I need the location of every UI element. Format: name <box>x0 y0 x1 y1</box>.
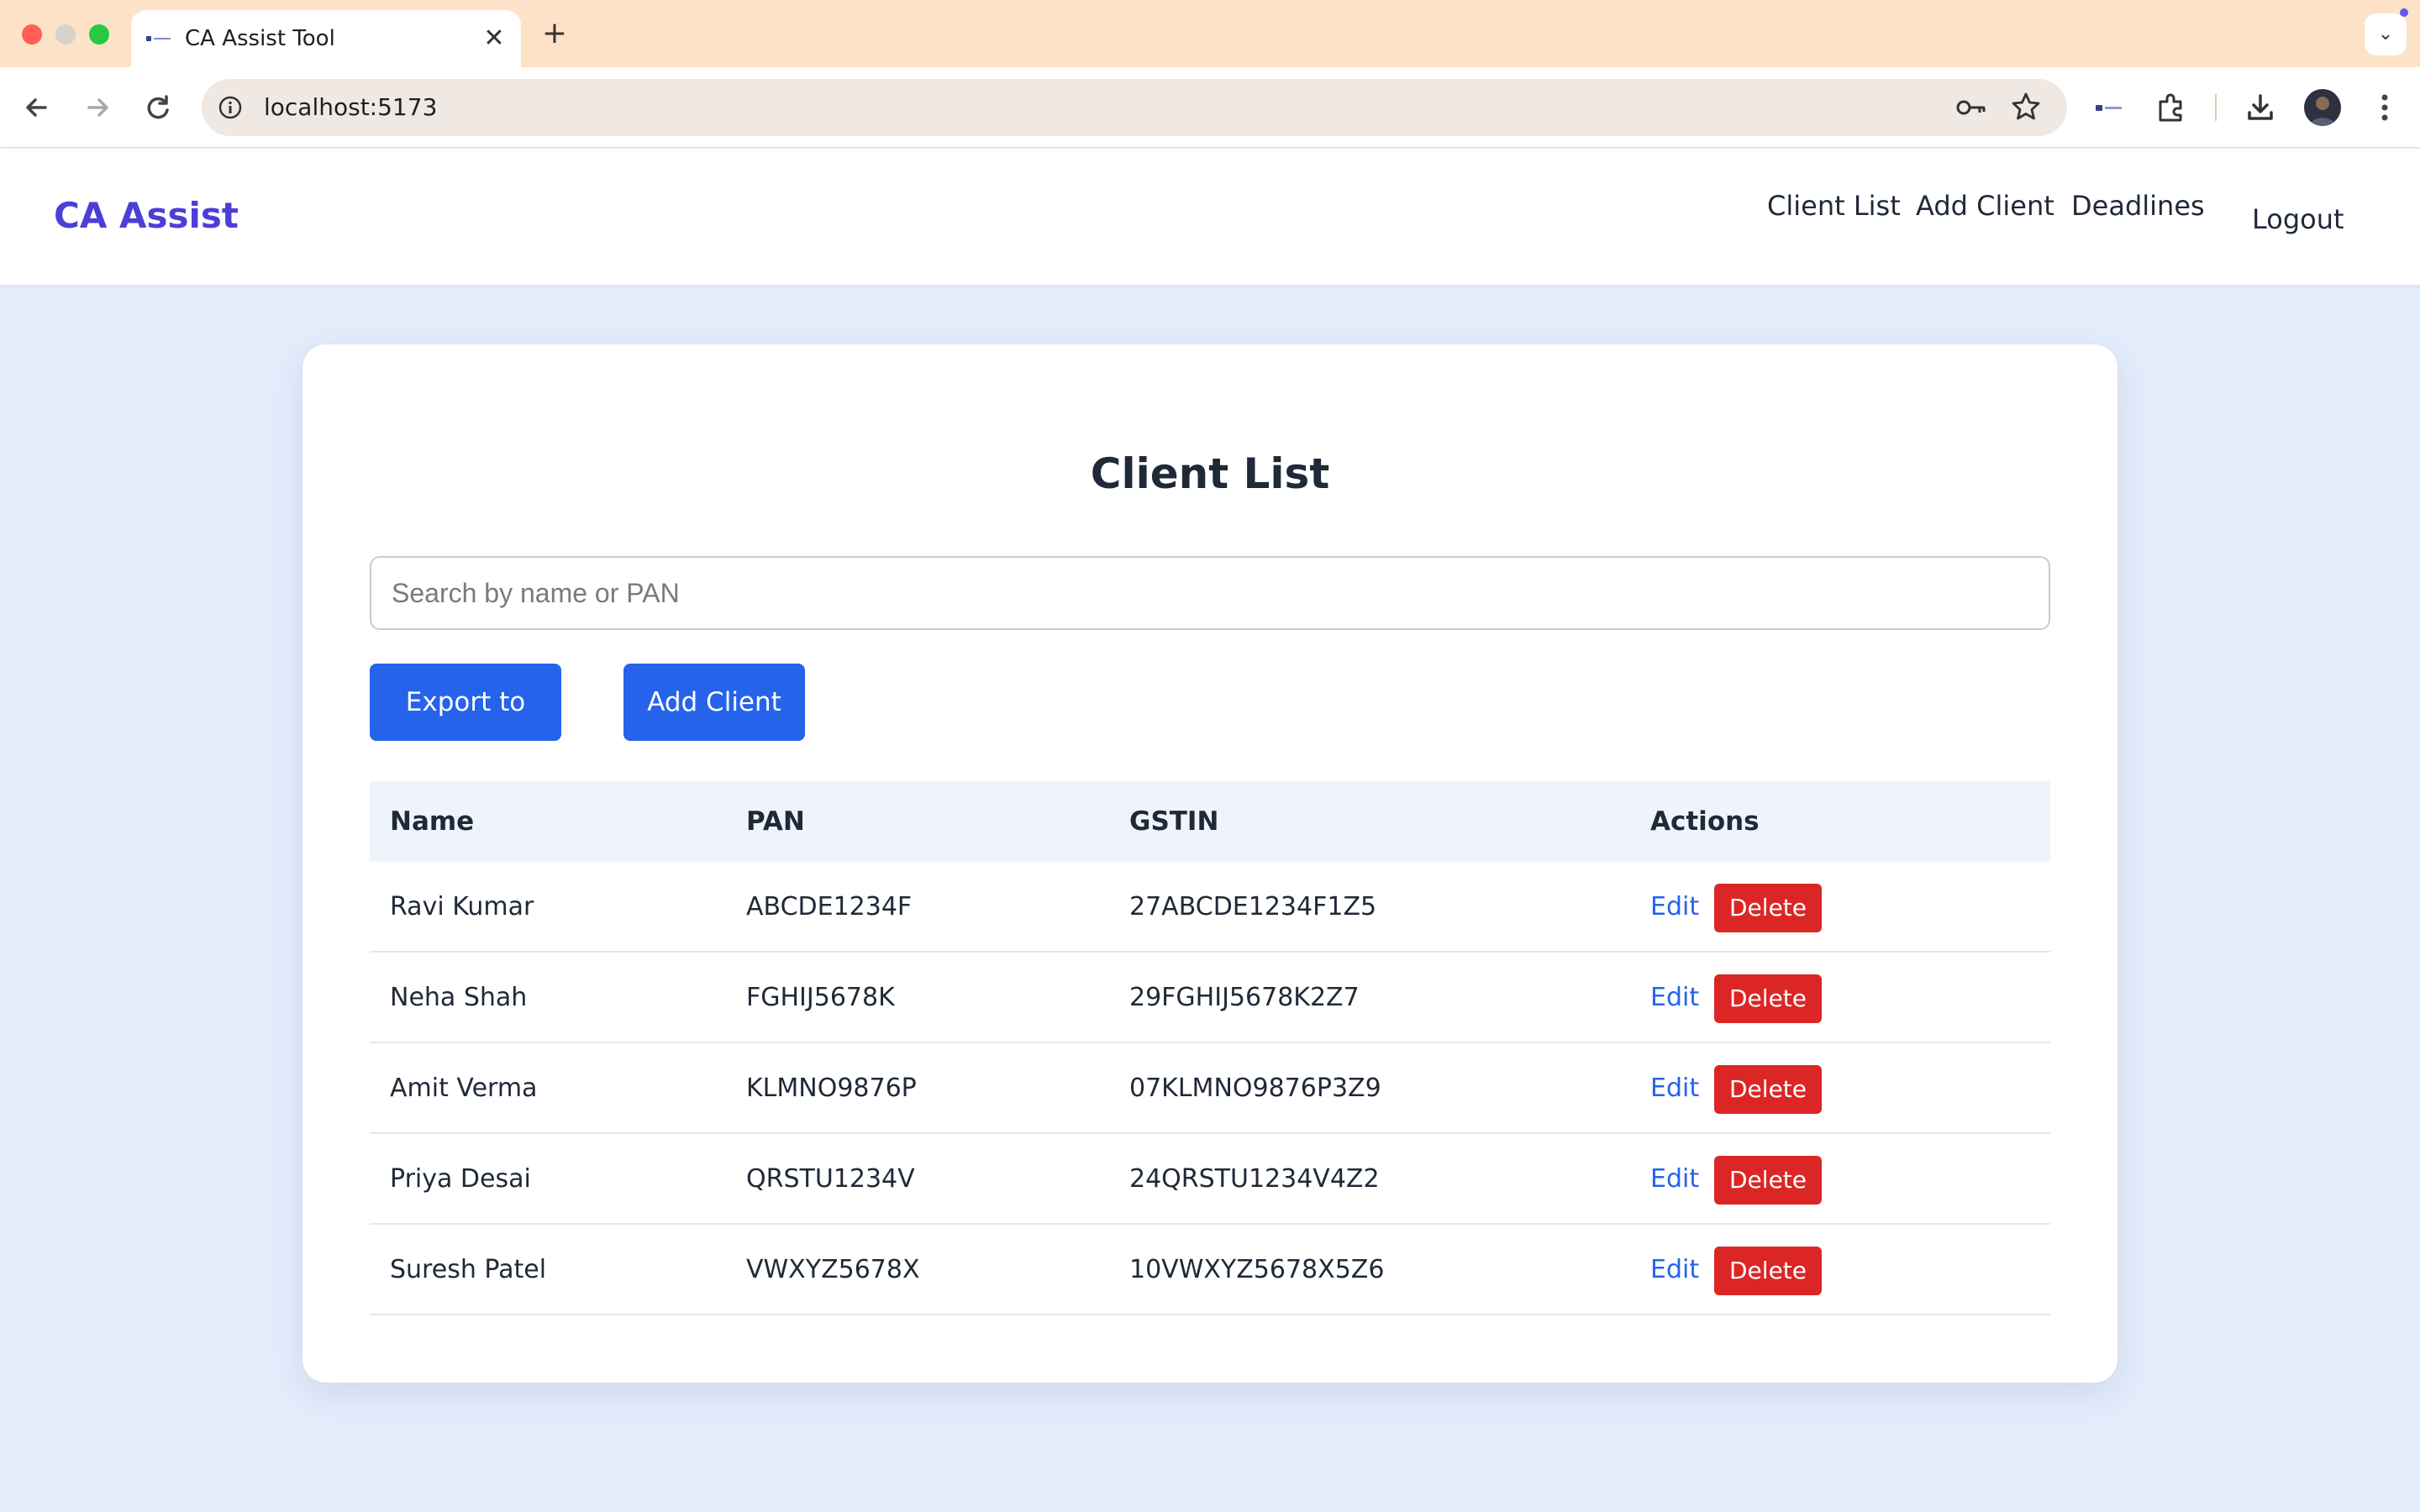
edit-link[interactable]: Edit <box>1650 1161 1699 1198</box>
column-header-gstin: GSTIN <box>1129 806 1219 837</box>
table-row: Suresh Patel VWXYZ5678X 10VWXYZ5678X5Z6 … <box>370 1225 2050 1315</box>
table-row: Ravi Kumar ABCDE1234F 27ABCDE1234F1Z5 Ed… <box>370 862 2050 953</box>
new-tab-button[interactable]: + <box>538 17 571 50</box>
client-gstin: 07KLMNO9876P3Z9 <box>1129 1074 1381 1103</box>
column-header-actions: Actions <box>1650 806 1760 837</box>
back-arrow-icon[interactable] <box>17 87 57 128</box>
table-row: Priya Desai QRSTU1234V 24QRSTU1234V4Z2 E… <box>370 1134 2050 1225</box>
url-text[interactable]: localhost:5173 <box>264 90 437 125</box>
nav-link-client-list[interactable]: Client List <box>1767 187 1901 224</box>
client-list-card: Client List Export to Excel Add Client N… <box>302 344 2118 1383</box>
delete-button[interactable]: Delete <box>1714 1247 1822 1295</box>
browser-tab-active[interactable]: CA Assist Tool ✕ <box>131 10 521 67</box>
client-gstin: 27ABCDE1234F1Z5 <box>1129 892 1377 921</box>
table-row: Amit Verma KLMNO9876P 07KLMNO9876P3Z9 Ed… <box>370 1043 2050 1134</box>
window-minimize-button[interactable] <box>55 24 76 45</box>
client-table: Name PAN GSTIN Actions Ravi Kumar ABCDE1… <box>370 781 2050 1315</box>
page-title: Client List <box>1090 449 1330 498</box>
tab-title: CA Assist Tool <box>185 26 335 51</box>
client-name: Neha Shah <box>390 983 528 1012</box>
kebab-menu-icon[interactable] <box>2365 87 2405 128</box>
edit-link[interactable]: Edit <box>1650 1070 1699 1107</box>
client-gstin: 10VWXYZ5678X5Z6 <box>1129 1255 1385 1284</box>
ca-favicon-icon <box>146 36 171 41</box>
nav-link-deadlines[interactable]: Deadlines <box>2071 187 2205 224</box>
search-input[interactable] <box>370 556 2050 630</box>
client-pan: VWXYZ5678X <box>746 1255 920 1284</box>
edit-link[interactable]: Edit <box>1650 889 1699 926</box>
tab-close-icon[interactable]: ✕ <box>477 22 511 55</box>
client-name: Suresh Patel <box>390 1255 547 1284</box>
download-icon[interactable] <box>2240 87 2281 128</box>
client-gstin: 29FGHIJ5678K2Z7 <box>1129 983 1360 1012</box>
star-icon[interactable] <box>2008 89 2044 124</box>
profile-avatar[interactable] <box>2304 89 2341 126</box>
table-header-row: Name PAN GSTIN Actions <box>370 781 2050 862</box>
client-name: Ravi Kumar <box>390 892 534 921</box>
add-client-button[interactable]: Add Client <box>623 664 805 741</box>
logout-button[interactable]: Logout <box>2252 201 2344 238</box>
toolbar-divider <box>2215 94 2217 121</box>
client-pan: FGHIJ5678K <box>746 983 895 1012</box>
address-bar[interactable]: localhost:5173 <box>202 79 2067 136</box>
nav-link-add-client[interactable]: Add Client <box>1916 187 2054 224</box>
reload-icon[interactable] <box>138 87 178 128</box>
column-header-name: Name <box>390 806 475 837</box>
column-header-pan: PAN <box>746 806 805 837</box>
client-name: Amit Verma <box>390 1074 538 1103</box>
edit-link[interactable]: Edit <box>1650 1252 1699 1289</box>
client-pan: KLMNO9876P <box>746 1074 917 1103</box>
delete-button[interactable]: Delete <box>1714 884 1822 932</box>
info-icon[interactable] <box>217 94 244 121</box>
edit-link[interactable]: Edit <box>1650 979 1699 1016</box>
brand-logo[interactable]: CA Assist <box>54 192 239 239</box>
client-pan: ABCDE1234F <box>746 892 913 921</box>
browser-tabstrip: CA Assist Tool ✕ + ⌄ <box>0 0 2420 67</box>
client-name: Priya Desai <box>390 1164 531 1194</box>
notification-dot <box>2400 8 2408 17</box>
puzzle-icon[interactable] <box>2151 87 2191 128</box>
delete-button[interactable]: Delete <box>1714 974 1822 1023</box>
browser-toolbar: localhost:5173 <box>0 67 2420 148</box>
key-icon[interactable] <box>1954 94 1988 121</box>
export-to-excel-button[interactable]: Export to Excel <box>370 664 561 795</box>
delete-button[interactable]: Delete <box>1714 1156 1822 1205</box>
window-close-button[interactable] <box>22 24 42 45</box>
client-pan: QRSTU1234V <box>746 1164 915 1194</box>
window-zoom-button[interactable] <box>89 24 109 45</box>
forward-arrow-icon[interactable] <box>77 87 118 128</box>
avatar-silhouette-icon <box>2310 97 2335 126</box>
tab-search-chevron-icon[interactable]: ⌄ <box>2365 13 2407 55</box>
delete-button[interactable]: Delete <box>1714 1065 1822 1114</box>
table-row: Neha Shah FGHIJ5678K 29FGHIJ5678K2Z7 Edi… <box>370 953 2050 1043</box>
client-gstin: 24QRSTU1234V4Z2 <box>1129 1164 1380 1194</box>
ca-extension-icon[interactable] <box>2089 87 2129 128</box>
app-header: CA Assist Client List Add Client Deadlin… <box>0 149 2420 285</box>
